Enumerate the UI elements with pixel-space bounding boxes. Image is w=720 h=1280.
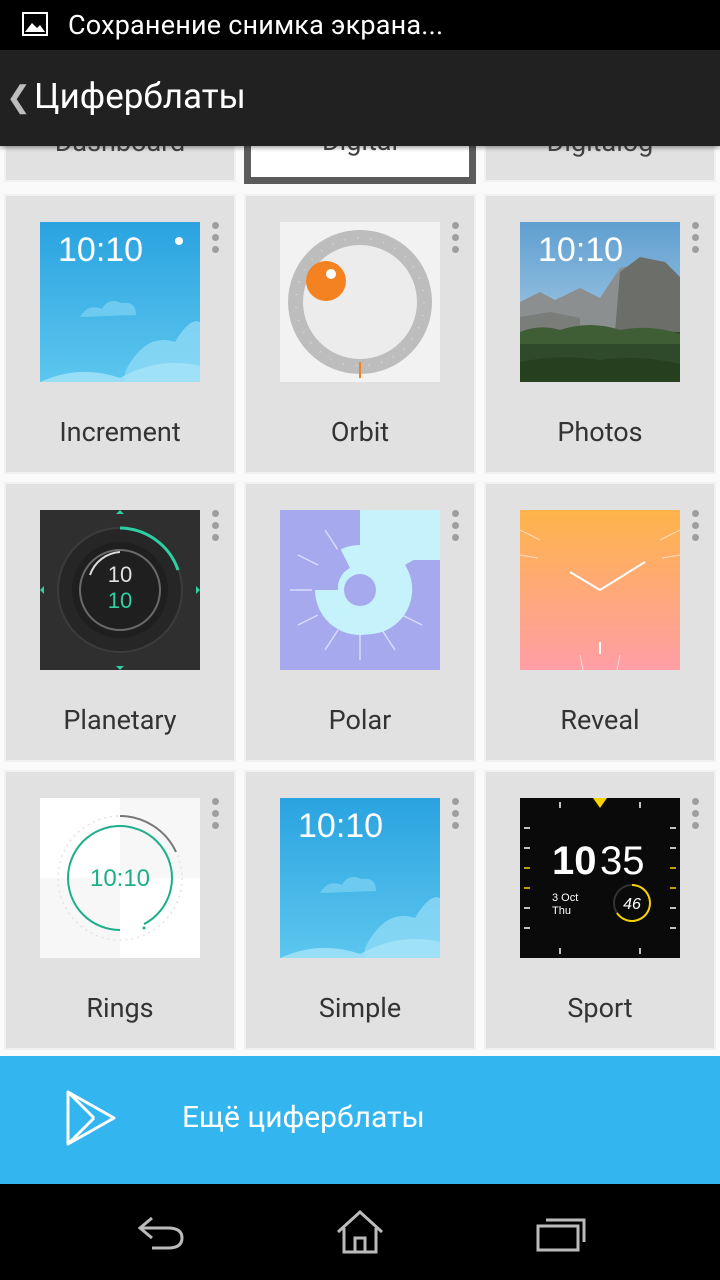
system-nav-bar [0, 1184, 720, 1280]
overflow-menu-icon[interactable] [210, 510, 222, 546]
nav-back-icon[interactable] [132, 1206, 192, 1258]
watch-face-preview-photos: 10:10 [520, 222, 680, 382]
watch-face-label: Dashboard [6, 146, 234, 158]
svg-text:46: 46 [623, 896, 641, 913]
watch-face-label: Polar [328, 704, 392, 736]
watch-face-card-rings[interactable]: 10:10 Rings [4, 770, 236, 1050]
watch-face-label: Orbit [330, 416, 390, 448]
svg-text:35: 35 [600, 839, 645, 883]
watch-face-preview-simple: 10:10 [280, 798, 440, 958]
watch-face-label: Reveal [560, 704, 640, 736]
overflow-menu-icon[interactable] [690, 222, 702, 258]
nav-recents-icon[interactable] [530, 1206, 590, 1258]
watch-face-grid[interactable]: Dashboard Digital Digitalog 10:10 Increm… [0, 146, 720, 1056]
watch-face-preview-planetary: 10 10 [40, 510, 200, 670]
overflow-menu-icon[interactable] [450, 798, 462, 834]
watch-face-label: Sport [567, 992, 633, 1024]
watch-face-card-increment[interactable]: 10:10 Increment [4, 194, 236, 474]
watch-face-preview-rings: 10:10 [40, 798, 200, 958]
watch-face-label: Digital [251, 146, 469, 157]
more-watch-faces-button[interactable]: Ещё циферблаты [0, 1056, 720, 1184]
back-chevron-icon[interactable]: ❮ [6, 80, 31, 115]
watch-face-preview-orbit [280, 222, 440, 382]
more-watch-faces-label: Ещё циферблаты [182, 1100, 425, 1135]
overflow-menu-icon[interactable] [210, 222, 222, 258]
overflow-menu-icon[interactable] [450, 222, 462, 258]
watch-face-card-simple[interactable]: 10:10 Simple [244, 770, 476, 1050]
watch-face-card-digital[interactable]: Digital [244, 146, 476, 184]
svg-text:10: 10 [108, 588, 132, 613]
watch-face-label: Planetary [63, 704, 177, 736]
page-title[interactable]: Циферблаты [34, 76, 246, 117]
watch-face-preview-sport: 10 35 3 Oct Thu 46 [520, 798, 680, 958]
watch-face-label: Simple [318, 992, 402, 1024]
watch-face-label: Photos [557, 416, 643, 448]
status-bar: Сохранение снимка экрана... [0, 0, 720, 50]
watch-face-card-orbit[interactable]: Orbit [244, 194, 476, 474]
svg-text:10:10: 10:10 [90, 865, 150, 892]
svg-text:10: 10 [108, 562, 132, 587]
watch-face-card-dashboard[interactable]: Dashboard [4, 146, 236, 182]
action-bar: ❮ Циферблаты [0, 50, 720, 146]
svg-text:10: 10 [552, 839, 597, 883]
svg-text:10:10: 10:10 [58, 231, 143, 269]
overflow-menu-icon[interactable] [690, 510, 702, 546]
watch-face-card-photos[interactable]: 10:10 Photos [484, 194, 716, 474]
watch-face-card-sport[interactable]: 10 35 3 Oct Thu 46 Sport [484, 770, 716, 1050]
watch-face-card-polar[interactable]: Polar [244, 482, 476, 762]
overflow-menu-icon[interactable] [450, 510, 462, 546]
watch-face-preview-increment: 10:10 [40, 222, 200, 382]
watch-face-preview-polar [280, 510, 440, 670]
play-store-icon [66, 1090, 116, 1146]
svg-text:Thu: Thu [552, 905, 571, 917]
svg-text:10:10: 10:10 [298, 807, 383, 845]
svg-text:3 Oct: 3 Oct [552, 892, 578, 904]
watch-face-card-reveal[interactable]: Reveal [484, 482, 716, 762]
watch-face-card-planetary[interactable]: 10 10 Planetary [4, 482, 236, 762]
svg-text:10:10: 10:10 [538, 231, 623, 269]
overflow-menu-icon[interactable] [690, 798, 702, 834]
nav-home-icon[interactable] [330, 1206, 390, 1258]
watch-face-label: Increment [59, 416, 181, 448]
status-notification-text: Сохранение снимка экрана... [68, 9, 444, 41]
image-icon [22, 12, 48, 36]
watch-face-card-digitalog[interactable]: Digitalog [484, 146, 716, 182]
overflow-menu-icon[interactable] [210, 798, 222, 834]
watch-face-label: Rings [86, 992, 154, 1024]
watch-face-preview-reveal [520, 510, 680, 670]
watch-face-label: Digitalog [486, 146, 714, 158]
